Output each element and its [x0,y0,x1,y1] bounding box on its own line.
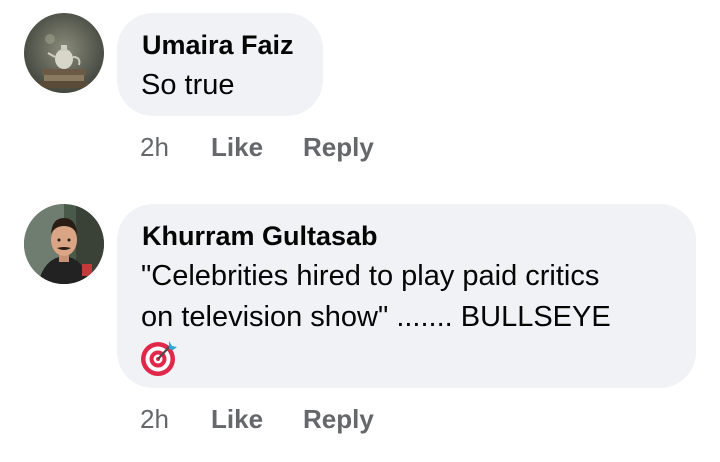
comment-bubble: Khurram Gultasab "Celebrities hired to p… [117,204,696,388]
comment-text-line: on television show" ....... BULLSEYE [141,301,611,333]
comment-author[interactable]: Khurram Gultasab [142,220,378,252]
reply-button[interactable]: Reply [303,404,374,434]
direct-hit-target-emoji-icon [141,341,177,376]
like-button[interactable]: Like [211,404,263,434]
comment-actions: 2h Like Reply [140,404,440,434]
comment-khurram-gultasab: Khurram Gultasab "Celebrities hired to p… [0,0,720,462]
profile-photo-icon [24,204,104,284]
comment-text-line: "Celebrities hired to play paid critics [141,260,600,292]
comment-timestamp[interactable]: 2h [140,404,169,434]
avatar[interactable] [24,204,104,284]
